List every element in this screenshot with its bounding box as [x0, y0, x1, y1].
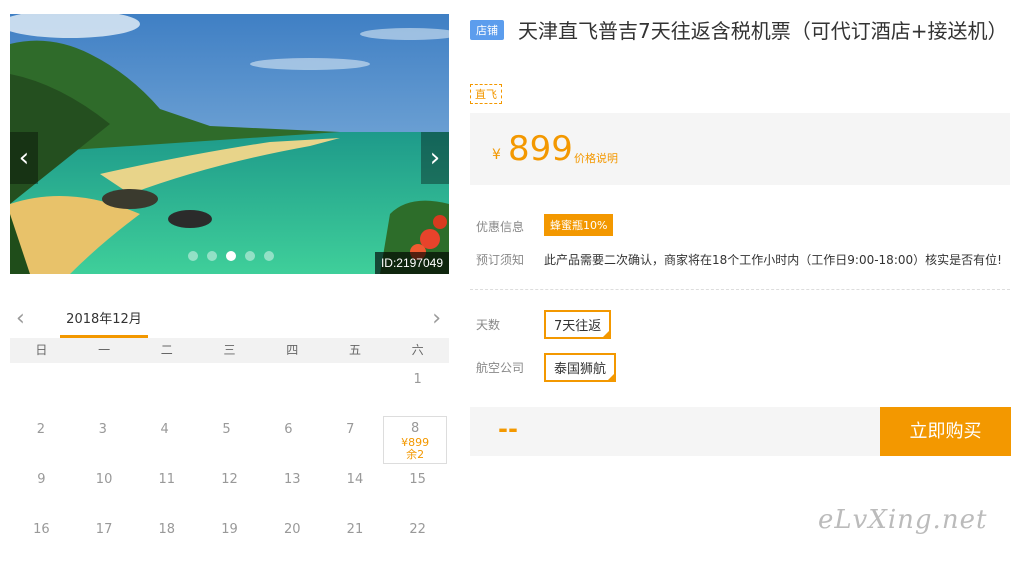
calendar-day [261, 366, 324, 416]
site-watermark: eLvXing.net [818, 505, 988, 535]
calendar-day: 7 [346, 422, 355, 437]
calendar-day-number: 8 [410, 421, 420, 436]
calendar-day [198, 366, 261, 416]
gallery-dot[interactable] [207, 251, 217, 261]
calendar-week-row: 2 3 4 5 6 7 8 ¥899 余2 [10, 416, 449, 466]
weekday-label: 日 [35, 343, 48, 357]
calendar-day: 13 [283, 472, 301, 487]
calendar-prev-month-button[interactable]: ‹ [16, 306, 25, 331]
calendar-day: 18 [158, 522, 176, 537]
gallery-prev-button[interactable]: ‹ [10, 132, 38, 184]
image-id-label: ID:2197049 [374, 252, 449, 274]
calendar-next-month-button[interactable]: › [432, 306, 441, 331]
airline-option-selected[interactable]: 泰国狮航 [544, 353, 617, 382]
calendar-day: 15 [409, 472, 426, 487]
calendar-day [135, 366, 198, 416]
weekday-label: 二 [160, 343, 173, 357]
calendar-day: 17 [95, 522, 113, 537]
calendar-day: 21 [346, 522, 364, 537]
calendar-weekday-row: 日 一 二 三 四 五 六 [10, 338, 449, 363]
section-divider [470, 289, 1010, 290]
gallery-next-button[interactable]: › [421, 132, 449, 184]
days-option-selected[interactable]: 7天往返 [544, 310, 612, 339]
store-badge[interactable]: 店铺 [470, 20, 504, 40]
gallery-dot-active[interactable] [226, 251, 236, 261]
price-explanation-link[interactable]: 价格说明 [574, 150, 618, 166]
calendar-week-row: 1 [10, 366, 449, 416]
gallery-dot[interactable] [188, 251, 198, 261]
notice-label: 预订须知 [476, 253, 525, 267]
calendar-day: 6 [284, 422, 293, 437]
promo-badge: 蜂蜜瓶10% [544, 214, 614, 236]
calendar-day: 5 [222, 422, 231, 437]
gallery-dot[interactable] [264, 251, 274, 261]
calendar-day [324, 366, 387, 416]
total-price: -- [498, 415, 518, 443]
calendar-day: 10 [95, 472, 113, 487]
weekday-label: 四 [286, 343, 299, 357]
weekday-label: 一 [98, 343, 111, 357]
gallery-pagination [188, 251, 274, 261]
calendar-day-remaining: 余2 [406, 448, 425, 461]
calendar-day: 22 [409, 522, 426, 537]
gallery-dot[interactable] [245, 251, 255, 261]
calendar-grid: 1 2 3 4 5 6 7 8 ¥899 余2 9 10 11 12 13 14… [10, 366, 449, 566]
calendar-month-title: 2018年12月 [60, 308, 148, 338]
calendar-day: 4 [160, 422, 169, 437]
calendar-day: 16 [33, 522, 50, 537]
weekday-label: 六 [411, 343, 424, 357]
calendar-day: 3 [98, 422, 107, 437]
weekday-label: 三 [223, 343, 236, 357]
product-title: 天津直飞普吉7天往返含税机票（可代订酒店+接送机） [518, 19, 1008, 43]
product-image-gallery[interactable]: ‹ › ID:2197049 [10, 14, 449, 274]
calendar-day: 2 [36, 422, 46, 437]
direct-flight-tag: 直飞 [470, 84, 502, 104]
purchase-bar: -- 立即购买 [470, 407, 1011, 456]
promo-label: 优惠信息 [476, 220, 525, 234]
calendar-day [10, 366, 73, 416]
price-panel: ¥ 899 价格说明 [470, 113, 1010, 185]
calendar-week-row: 9 10 11 12 13 14 15 [10, 466, 449, 516]
calendar-day: 1 [413, 372, 422, 387]
calendar-day-available[interactable]: 8 ¥899 余2 [383, 416, 448, 464]
price-value: 899 [508, 129, 573, 169]
calendar-day [73, 366, 136, 416]
calendar-header: ‹ 2018年12月 › [10, 300, 449, 338]
weekday-label: 五 [348, 343, 361, 357]
days-label: 天数 [476, 318, 501, 332]
calendar-day: 11 [158, 472, 176, 487]
price-currency-symbol: ¥ [492, 147, 501, 163]
calendar-day: 20 [283, 522, 301, 537]
buy-now-button[interactable]: 立即购买 [880, 407, 1011, 456]
calendar-day: 12 [221, 472, 238, 487]
calendar-week-row: 16 17 18 19 20 21 22 [10, 516, 449, 566]
calendar-day: 14 [346, 472, 364, 487]
airline-label: 航空公司 [476, 361, 525, 375]
calendar-day: 19 [221, 522, 238, 537]
beach-photo [10, 14, 449, 274]
calendar-day: 9 [37, 472, 46, 487]
booking-notice-text: 此产品需要二次确认，商家将在18个工作小时内（工作日9:00-18:00）核实是… [544, 253, 1002, 267]
